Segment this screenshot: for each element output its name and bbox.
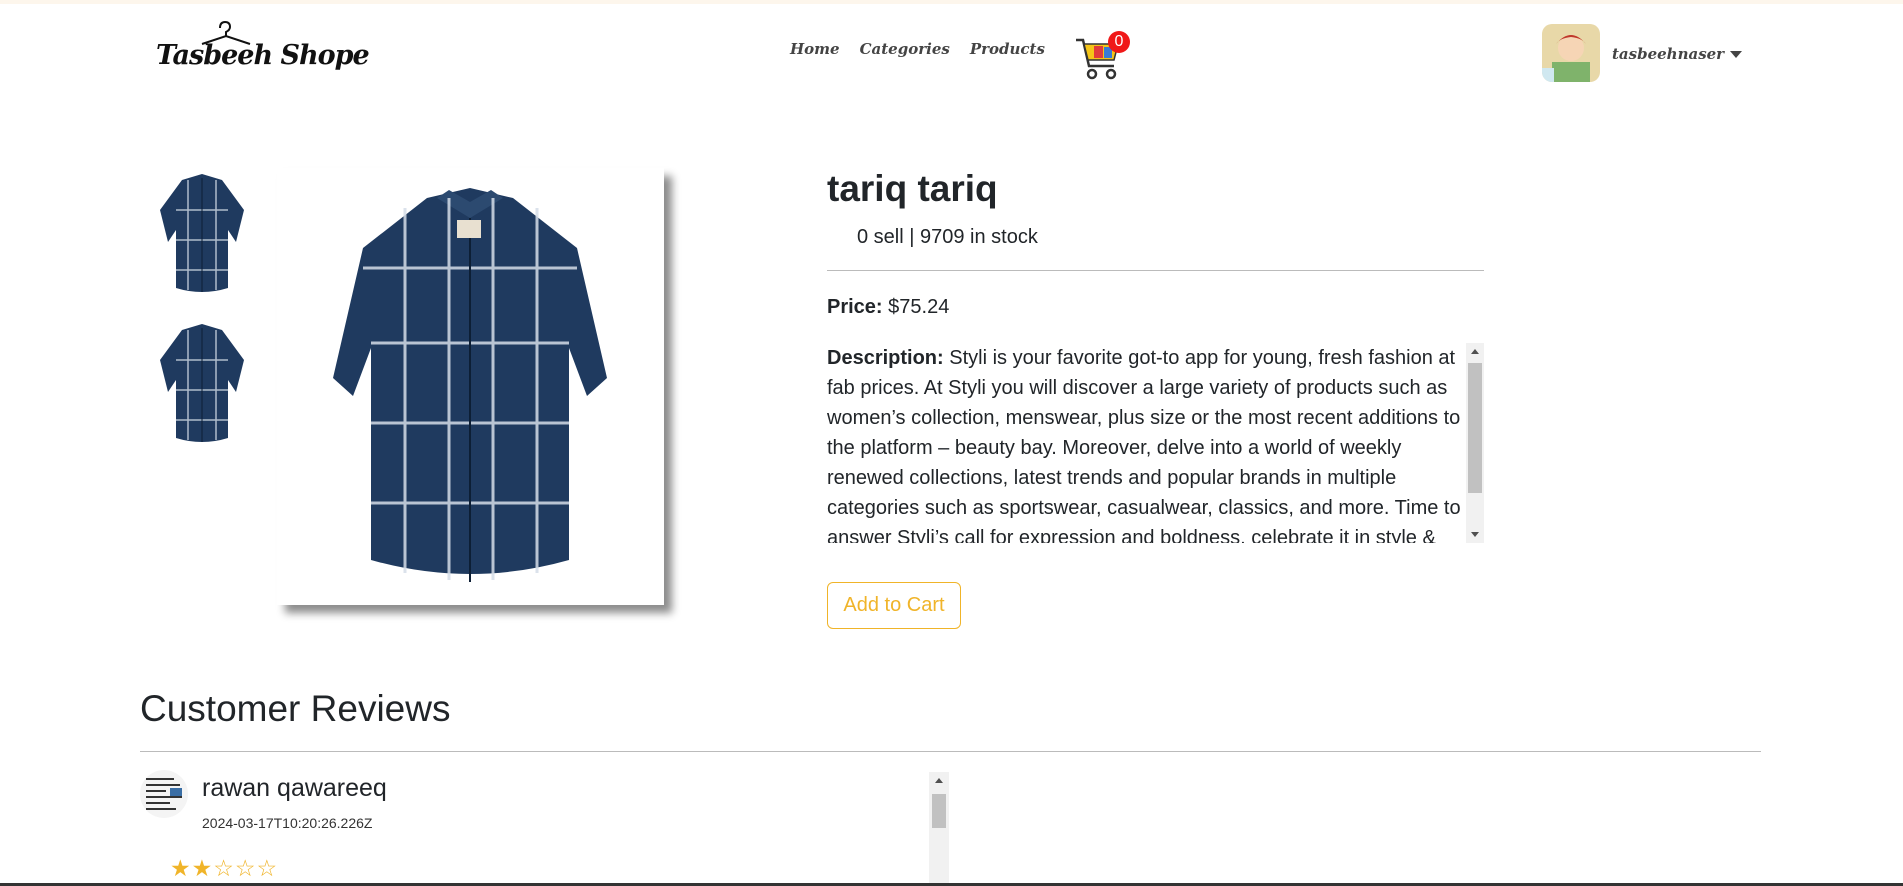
description-text: Description: Styli is your favorite got-… xyxy=(827,343,1462,543)
shirt-image xyxy=(160,324,244,442)
cart-count-badge: 0 xyxy=(1108,31,1130,53)
divider xyxy=(827,270,1484,271)
brand-logo[interactable]: Tasbeeh Shope xyxy=(154,18,370,84)
nav-products[interactable]: Products xyxy=(970,40,1045,58)
review-date: 2024-03-17T10:20:26.226Z xyxy=(202,815,373,831)
star-filled-icon: ★ xyxy=(191,855,213,881)
brand-name: Tasbeeh Shope xyxy=(156,40,370,71)
divider xyxy=(140,751,1761,752)
star-filled-icon: ★ xyxy=(170,855,191,881)
price-label: Price: xyxy=(827,296,883,318)
product-main-image xyxy=(277,168,664,605)
review-rating: ★ ★ ☆ ☆ ☆ xyxy=(170,856,277,880)
cart-button[interactable]: 0 xyxy=(1074,30,1130,82)
product-thumbnail-2[interactable] xyxy=(152,320,252,450)
description-box[interactable]: Description: Styli is your favorite got-… xyxy=(827,343,1484,543)
user-name: tasbeehnaser xyxy=(1612,45,1725,63)
product-price: Price: $75.24 xyxy=(827,296,949,319)
reviews-scrollbar[interactable] xyxy=(929,772,949,886)
nav-home[interactable]: Home xyxy=(790,40,840,58)
shirt-image xyxy=(333,188,607,582)
reviewer-name: rawan qawareeq xyxy=(202,774,387,802)
scroll-up-icon[interactable] xyxy=(1471,349,1479,354)
product-thumbnail-1[interactable] xyxy=(152,170,252,300)
star-empty-icon: ☆ xyxy=(256,855,278,881)
reviewer-avatar xyxy=(140,770,188,818)
product-stock-info: 0 sell | 9709 in stock xyxy=(857,226,1038,248)
description-label: Description: xyxy=(827,347,944,369)
scroll-up-icon[interactable] xyxy=(935,778,943,783)
user-menu[interactable]: tasbeehnaser xyxy=(1612,45,1743,63)
scrollbar-thumb[interactable] xyxy=(1468,363,1482,493)
top-strip xyxy=(0,0,1903,4)
product-title: tariq tariq xyxy=(827,168,998,209)
scrollbar-thumb[interactable] xyxy=(932,794,946,828)
nav-categories[interactable]: Categories xyxy=(860,40,950,58)
star-empty-icon: ☆ xyxy=(213,855,234,881)
description-scrollbar[interactable] xyxy=(1466,343,1484,543)
chevron-down-icon xyxy=(1730,50,1743,58)
description-body: Styli is your favorite got-to app for yo… xyxy=(827,347,1461,543)
user-avatar[interactable] xyxy=(1542,24,1600,82)
reviews-heading: Customer Reviews xyxy=(140,688,451,729)
scroll-down-icon[interactable] xyxy=(1471,532,1479,537)
star-empty-icon: ☆ xyxy=(234,855,256,881)
price-value: $75.24 xyxy=(888,296,950,318)
main-nav: Home Categories Products xyxy=(790,40,1045,58)
add-to-cart-button[interactable]: Add to Cart xyxy=(827,582,961,629)
shirt-image xyxy=(160,174,244,292)
